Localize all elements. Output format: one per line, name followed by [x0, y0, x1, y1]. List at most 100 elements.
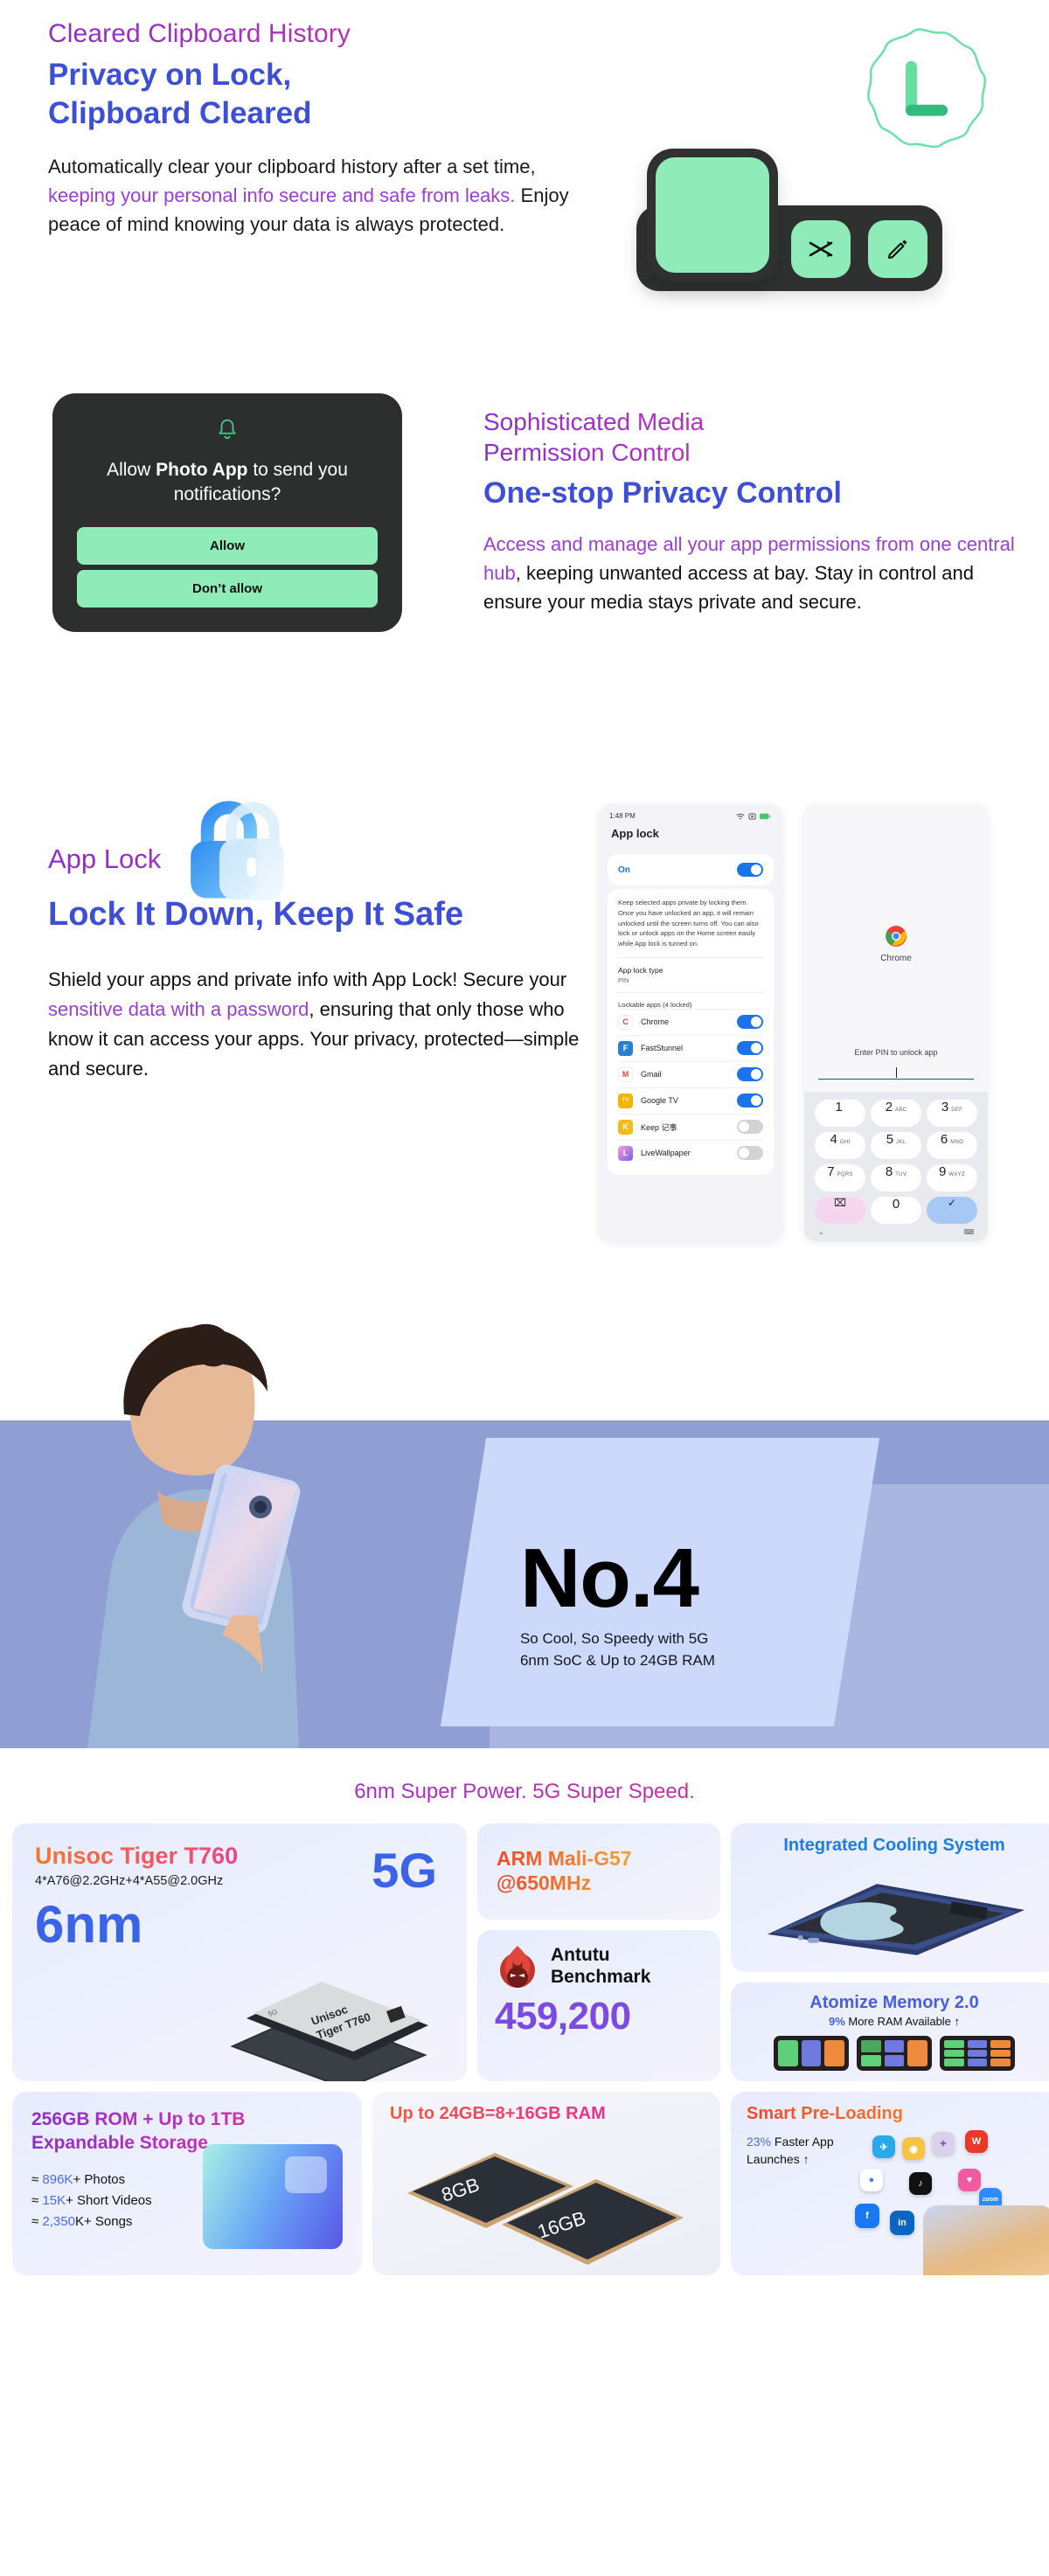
app-lock-toggle[interactable]	[737, 1094, 763, 1108]
table-row[interactable]: L LiveWallpaper	[618, 1139, 763, 1166]
applock-master-toggle-row[interactable]: On	[618, 863, 763, 877]
app-name: FastStunnel	[641, 1044, 684, 1053]
app-lock-toggle[interactable]	[737, 1067, 763, 1082]
key-9[interactable]: 9 WXYZ	[927, 1164, 977, 1191]
section-app-lock: App Lock Lock It Down, Keep It Safe Shie…	[0, 801, 1049, 1294]
app-lock-toggle[interactable]	[737, 1041, 763, 1056]
bell-icon	[219, 419, 236, 440]
clipboard-heading: Privacy on Lock, Clipboard Cleared	[48, 56, 590, 133]
approx-symbol: ≈	[31, 2192, 43, 2208]
key-1[interactable]: 1	[815, 1100, 865, 1127]
preloading-value: 23%	[747, 2135, 772, 2149]
storage-title-line2: Expandable Storage	[31, 2133, 208, 2154]
telegram-icon: ✈	[872, 2135, 895, 2158]
faststunnel-icon: F	[618, 1040, 633, 1056]
allow-button[interactable]: Allow	[77, 526, 378, 565]
capacity-label: K+ Songs	[74, 2214, 133, 2230]
section-specs: 6nm Super Power. 5G Super Speed. Unisoc …	[0, 1757, 1049, 2305]
table-row[interactable]: TV Google TV	[618, 1087, 763, 1114]
gpu-title-line2: @650MHz	[497, 1871, 592, 1894]
backspace-icon: ⌧	[834, 1197, 846, 1209]
table-row[interactable]: K Keep 记事	[618, 1113, 763, 1140]
key-6[interactable]: 6 MNO	[927, 1132, 977, 1159]
capacity-label: + Short Videos	[66, 2192, 152, 2208]
clipboard-eyebrow: Cleared Clipboard History	[48, 19, 590, 49]
key-2[interactable]: 2 ABC	[871, 1100, 921, 1127]
approx-symbol: ≈	[31, 2171, 43, 2187]
permission-body: Access and manage all your app permissio…	[483, 530, 1017, 616]
app-name: Keep 记事	[641, 1122, 677, 1132]
app-lock-toggle[interactable]	[737, 1015, 763, 1030]
applock-description: Keep selected apps private by locking th…	[618, 899, 759, 948]
antutu-name: Antutu Benchmark	[551, 1945, 650, 1989]
wps-icon: W	[965, 2130, 988, 2153]
sd-card-illustration	[203, 2144, 343, 2249]
cooling-illustration	[747, 1863, 1042, 1961]
applock-master-toggle[interactable]	[737, 863, 763, 877]
livewallpaper-icon: L	[618, 1145, 633, 1161]
specs-title: 6nm Super Power. 5G Super Speed.	[0, 1780, 1049, 1804]
clipboard-preview-tile	[647, 149, 778, 281]
key-letters: JKL	[896, 1140, 907, 1145]
applock-toggle-label: On	[618, 864, 630, 875]
atomize-value: 9%	[828, 2015, 845, 2028]
table-row[interactable]: M Gmail	[618, 1060, 763, 1087]
hero-subtitle: So Cool, So Speedy with 5G 6nm SoC & Up …	[520, 1628, 861, 1671]
app-lock-toggle[interactable]	[737, 1120, 763, 1135]
applock-text-block: App Lock Lock It Down, Keep It Safe Shie…	[48, 844, 590, 1084]
key-8[interactable]: 8 TUV	[871, 1164, 921, 1191]
backspace-key[interactable]: ⌧	[815, 1197, 865, 1224]
key-digit: 4	[830, 1132, 837, 1147]
applock-body-before: Shield your apps and private info with A…	[48, 969, 567, 990]
confirm-key[interactable]: ✓	[927, 1197, 977, 1224]
card-atomize-memory: Atomize Memory 2.0 9% More RAM Available…	[731, 1982, 1049, 2081]
status-bar: 1:48 PM	[599, 804, 782, 822]
pin-entry-area: Enter PIN to unlock app	[804, 1048, 988, 1092]
key-5[interactable]: 5 JKL	[871, 1132, 921, 1159]
pencil-icon	[888, 240, 907, 259]
tiktok-icon: ♪	[909, 2172, 932, 2195]
check-icon: ✓	[947, 1197, 957, 1209]
capacity-label: + Photos	[73, 2171, 126, 2187]
card-antutu: Antutu Benchmark 459,200	[477, 1930, 720, 2081]
deny-button[interactable]: Don’t allow	[77, 569, 378, 608]
key-letters: ABC	[895, 1107, 907, 1113]
table-row[interactable]: F FastStunnel	[618, 1034, 763, 1061]
key-digit: 8	[885, 1164, 893, 1179]
app-lock-toggle[interactable]	[737, 1146, 763, 1161]
key-digit: 2	[885, 1100, 893, 1114]
hero-plate: No.4 So Cool, So Speedy with 5G 6nm SoC …	[440, 1438, 880, 1726]
specs-right-column: Integrated Cooling System Atomize Memory…	[731, 1823, 1049, 2081]
edit-button[interactable]	[868, 220, 927, 278]
applock-type-label[interactable]: App lock type	[618, 956, 763, 975]
clipboard-heading-line1: Privacy on Lock,	[48, 58, 292, 92]
pin-app-header: Chrome	[804, 804, 988, 1048]
key-3[interactable]: 3 DEF	[927, 1100, 977, 1127]
hero-sub-line1: So Cool, So Speedy with 5G	[519, 1630, 709, 1648]
keyboard-icon[interactable]: ⌨	[963, 1228, 974, 1236]
numeric-keypad: 1 2 ABC 3 DEF 4 GHI 5 JKL 6 MNO 7 PQRS 8 TUV 9W…	[804, 1092, 988, 1241]
key-digit: 1	[835, 1100, 843, 1114]
capacity-value: 2,350	[42, 2214, 75, 2230]
key-7[interactable]: 7 PQRS	[815, 1164, 865, 1191]
preloading-phone-illustration	[923, 2205, 1049, 2275]
pin-input[interactable]	[818, 1067, 974, 1080]
ram-chips-illustration: 8GB 16GB	[407, 2153, 684, 2265]
shuffle-button[interactable]	[791, 220, 851, 278]
key-letters: GHI	[839, 1140, 851, 1145]
chrome-icon: C	[618, 1014, 633, 1030]
chevron-down-icon[interactable]: ⌄	[818, 1228, 824, 1236]
table-row[interactable]: C Chrome	[618, 1008, 763, 1035]
key-4[interactable]: 4 GHI	[815, 1132, 865, 1159]
specs-middle-column: ARM Mali-G57 @650MHz Antutu Benchmark 45…	[477, 1823, 720, 2081]
pin-app-name: Chrome	[880, 953, 912, 963]
facebook-icon: f	[855, 2204, 879, 2228]
app-name: Chrome	[641, 1017, 670, 1027]
anime-game-icon: ✦	[932, 2132, 955, 2155]
antutu-name-line1: Antutu	[551, 1945, 610, 1966]
storage-title-line1: 256GB ROM + Up to 1TB	[31, 2109, 246, 2129]
preloading-rest: Faster App	[771, 2135, 834, 2149]
dialog-question-before: Allow	[107, 460, 156, 480]
key-0[interactable]: 0	[871, 1197, 921, 1224]
card-cooling: Integrated Cooling System	[731, 1823, 1049, 1972]
